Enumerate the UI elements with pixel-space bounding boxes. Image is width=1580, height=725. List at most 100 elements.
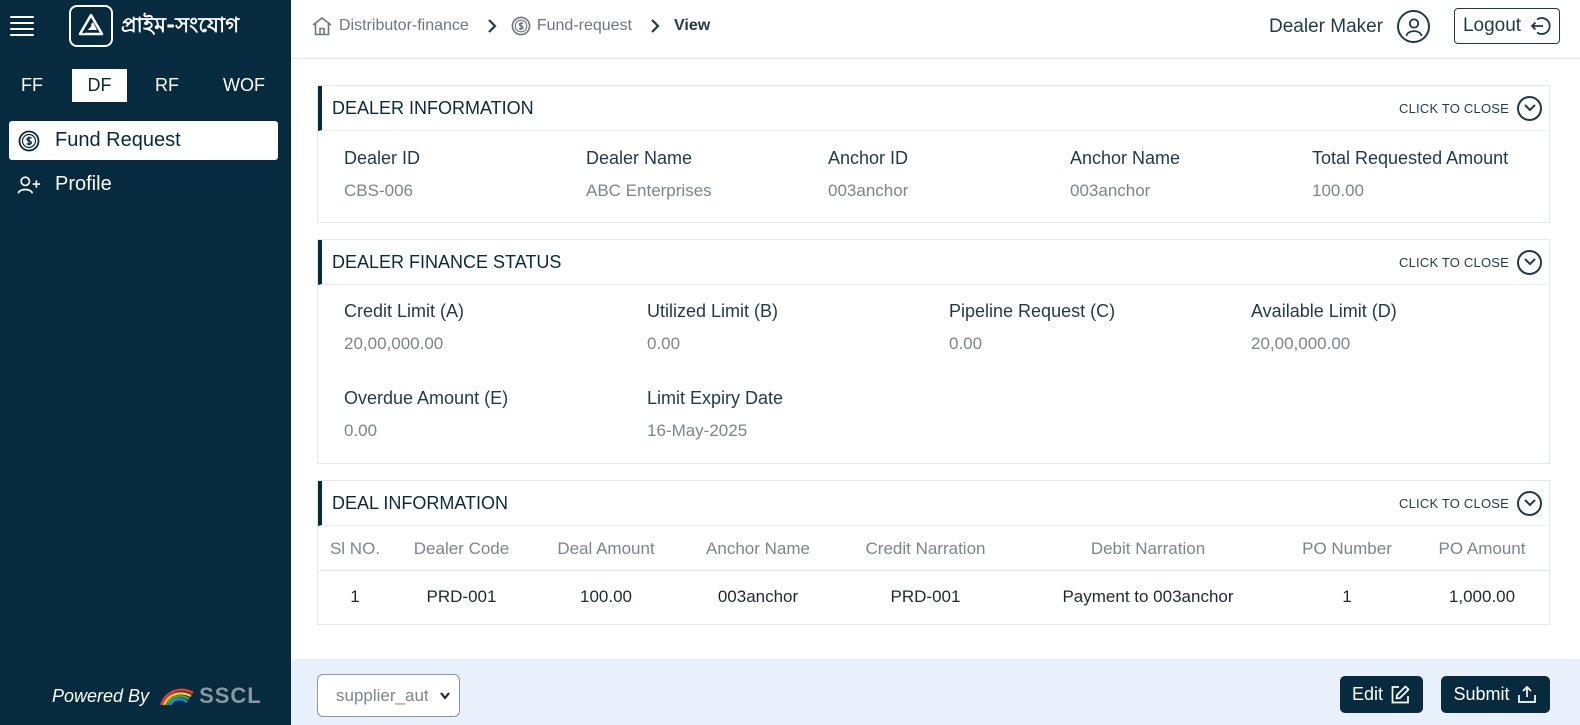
breadcrumb-label: Distributor-finance xyxy=(339,17,469,34)
sidebar: প্রাইম-সংযোগ FF DF RF WOF Fund Request P… xyxy=(0,0,291,725)
field-anchor-id: Anchor ID 003anchor xyxy=(828,148,908,201)
user-plus-icon xyxy=(17,173,41,197)
home-icon xyxy=(311,16,333,36)
table-cell: 003anchor xyxy=(717,587,799,606)
field-label: Available Limit (D) xyxy=(1251,301,1397,321)
section-header: DEALER FINANCE STATUS CLICK TO CLOSE xyxy=(318,240,1549,285)
powered-by-label: Powered By xyxy=(52,685,150,706)
section-title: DEALER INFORMATION xyxy=(332,97,534,118)
field-label: Utilized Limit (B) xyxy=(647,301,779,321)
field-value: 0.00 xyxy=(344,421,378,440)
submit-button[interactable]: Submit xyxy=(1441,676,1550,713)
chevron-down-circle-icon xyxy=(1517,249,1542,275)
table-cell: 100.00 xyxy=(580,587,632,606)
collapse-toggle[interactable]: CLICK TO CLOSE xyxy=(1399,249,1542,275)
table-cell: PRD-001 xyxy=(426,587,497,606)
chevron-down-circle-icon xyxy=(1517,490,1542,516)
breadcrumb-fund-request[interactable]: Fund-request xyxy=(511,16,632,36)
tab-wof[interactable]: WOF xyxy=(220,69,268,102)
collapse-toggle[interactable]: CLICK TO CLOSE xyxy=(1399,490,1542,516)
table-header-row: Sl NO. Dealer Code Deal Amount Anchor Na… xyxy=(318,527,1549,571)
field-overdue-amount: Overdue Amount (E) 0.00 xyxy=(344,388,508,441)
field-limit-expiry-date: Limit Expiry Date 16-May-2025 xyxy=(647,388,783,441)
field-value: 20,00,000.00 xyxy=(344,334,444,353)
toggle-label: CLICK TO CLOSE xyxy=(1399,254,1509,270)
tab-df[interactable]: DF xyxy=(72,69,127,102)
table-cell: PRD-001 xyxy=(890,587,961,606)
field-label: Overdue Amount (E) xyxy=(344,388,509,408)
submit-button-label: Submit xyxy=(1453,684,1510,704)
top-header: Distributor-finance Fund-request View De… xyxy=(291,0,1580,59)
table-row: 1 PRD-001 100.00 003anchor PRD-001 Payme… xyxy=(318,571,1549,623)
field-total-requested-amount: Total Requested Amount 100.00 xyxy=(1312,148,1508,201)
role-select-value: supplier_authorizer xyxy=(336,685,428,705)
dollar-circle-icon xyxy=(511,16,531,36)
toggle-label: CLICK TO CLOSE xyxy=(1399,495,1509,511)
column-header: Dealer Code xyxy=(413,538,510,558)
column-header: Deal Amount xyxy=(557,538,655,558)
powered-by: Powered By SSCL xyxy=(52,683,262,709)
brand-name: প্রাইম-সংযোগ xyxy=(121,12,240,37)
field-credit-limit: Credit Limit (A) 20,00,000.00 xyxy=(344,301,464,354)
field-value: ABC Enterprises xyxy=(586,181,712,200)
column-header: PO Amount xyxy=(1438,538,1526,558)
breadcrumb-view: View xyxy=(674,17,711,34)
toggle-label: CLICK TO CLOSE xyxy=(1399,100,1509,116)
field-dealer-name: Dealer Name ABC Enterprises xyxy=(586,148,712,201)
field-value: 0.00 xyxy=(949,334,983,353)
tab-rf[interactable]: RF xyxy=(147,69,187,102)
deal-information-section: DEAL INFORMATION CLICK TO CLOSE Sl NO. D… xyxy=(317,480,1550,625)
chevron-right-icon xyxy=(650,18,660,34)
table-cell: 1 xyxy=(1342,587,1352,606)
column-header: Anchor Name xyxy=(706,538,810,558)
field-value: 100.00 xyxy=(1312,181,1364,200)
breadcrumb-distributor-finance[interactable]: Distributor-finance xyxy=(311,16,469,36)
field-label: Limit Expiry Date xyxy=(647,388,784,408)
dealer-finance-status-section: DEALER FINANCE STATUS CLICK TO CLOSE Cre… xyxy=(317,239,1550,464)
table-cell: Payment to 003anchor xyxy=(1062,587,1234,606)
column-header: Credit Narration xyxy=(865,538,986,558)
field-dealer-id: Dealer ID CBS-006 xyxy=(344,148,420,201)
brand-logo-icon xyxy=(69,5,113,47)
section-header: DEAL INFORMATION CLICK TO CLOSE xyxy=(318,481,1549,526)
tab-ff[interactable]: FF xyxy=(12,69,52,102)
collapse-toggle[interactable]: CLICK TO CLOSE xyxy=(1399,95,1542,121)
field-available-limit: Available Limit (D) 20,00,000.00 xyxy=(1251,301,1397,354)
hamburger-menu-icon[interactable] xyxy=(10,16,34,36)
column-header: Debit Narration xyxy=(1090,538,1206,558)
column-header: Sl NO. xyxy=(329,538,381,558)
section-title: DEAL INFORMATION xyxy=(332,492,509,513)
field-label: Credit Limit (A) xyxy=(344,301,465,321)
breadcrumb-label: Fund-request xyxy=(536,17,632,34)
field-utilized-limit: Utilized Limit (B) 0.00 xyxy=(647,301,778,354)
field-label: Dealer ID xyxy=(344,148,421,168)
sidebar-item-fund-request[interactable]: Fund Request xyxy=(9,121,278,160)
chevron-down-icon xyxy=(439,688,451,704)
field-value: 0.00 xyxy=(647,334,681,353)
table-cell: 1 xyxy=(350,587,360,606)
field-value: CBS-006 xyxy=(344,181,413,200)
edit-button[interactable]: Edit xyxy=(1340,676,1423,713)
chevron-right-icon xyxy=(487,18,497,34)
action-footer: supplier_authorizer Edit Submit xyxy=(291,659,1580,725)
field-anchor-name: Anchor Name 003anchor xyxy=(1070,148,1180,201)
table-cell: 1,000.00 xyxy=(1448,587,1516,606)
chevron-down-circle-icon xyxy=(1517,95,1542,121)
dollar-circle-icon xyxy=(17,129,41,153)
field-pipeline-request: Pipeline Request (C) 0.00 xyxy=(949,301,1115,354)
role-select[interactable]: supplier_authorizer xyxy=(317,674,460,717)
sidebar-item-profile[interactable]: Profile xyxy=(9,165,278,204)
sidebar-nav: Fund Request Profile xyxy=(9,121,278,209)
sscl-logo-icon xyxy=(159,688,194,706)
logout-button[interactable]: Logout xyxy=(1454,8,1560,44)
dealer-information-section: DEALER INFORMATION CLICK TO CLOSE Dealer… xyxy=(317,85,1550,223)
logout-icon xyxy=(1529,15,1551,37)
user-avatar-icon[interactable] xyxy=(1397,10,1430,43)
sidebar-item-label: Fund Request xyxy=(55,129,181,151)
upload-icon xyxy=(1516,684,1538,706)
field-label: Anchor ID xyxy=(828,148,909,168)
field-value: 16-May-2025 xyxy=(647,421,748,440)
edit-button-label: Edit xyxy=(1351,684,1384,704)
section-header: DEALER INFORMATION CLICK TO CLOSE xyxy=(318,86,1549,131)
sidebar-top: প্রাইম-সংযোগ xyxy=(0,0,291,52)
